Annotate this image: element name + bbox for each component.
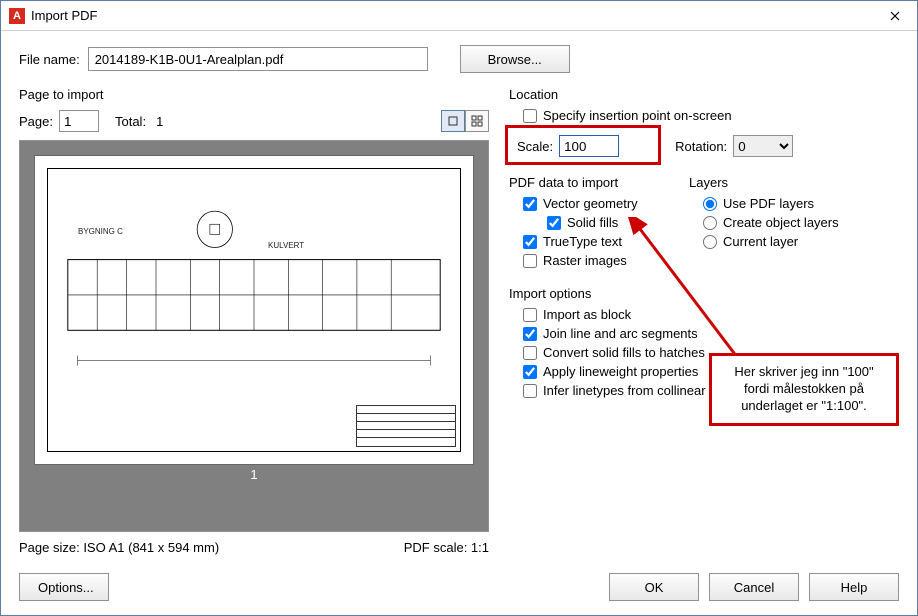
cancel-button[interactable]: Cancel (709, 573, 799, 601)
lineweight-label: Apply lineweight properties (543, 364, 698, 379)
current-layer-label: Current layer (723, 234, 798, 249)
use-pdf-layers-radio[interactable] (703, 197, 717, 211)
raster-checkbox[interactable] (523, 254, 537, 268)
truetype-label: TrueType text (543, 234, 622, 249)
pdf-data-title: PDF data to import (509, 175, 669, 190)
solid-fills-checkbox[interactable] (547, 216, 561, 230)
rotation-label: Rotation: (675, 139, 727, 154)
convert-hatches-label: Convert solid fills to hatches (543, 345, 705, 360)
titlebar: A Import PDF (1, 1, 917, 31)
location-title: Location (509, 87, 899, 102)
help-button[interactable]: Help (809, 573, 899, 601)
close-icon (890, 11, 900, 21)
total-label: Total: (115, 114, 146, 129)
scale-input[interactable] (559, 135, 619, 157)
import-options-title: Import options (509, 286, 899, 301)
join-segments-label: Join line and arc segments (543, 326, 698, 341)
browse-button[interactable]: Browse... (460, 45, 570, 73)
vector-geometry-checkbox[interactable] (523, 197, 537, 211)
scale-label: Scale: (517, 139, 553, 154)
total-value: 1 (156, 114, 163, 129)
solid-fills-label: Solid fills (567, 215, 618, 230)
plan-label-kulvert: KULVERT (268, 241, 304, 250)
raster-label: Raster images (543, 253, 627, 268)
plan-label-bygning: BYGNING C (78, 227, 123, 236)
ok-button[interactable]: OK (609, 573, 699, 601)
preview-page-number: 1 (250, 467, 257, 482)
import-as-block-checkbox[interactable] (523, 308, 537, 322)
join-segments-checkbox[interactable] (523, 327, 537, 341)
single-view-button[interactable] (441, 110, 465, 132)
file-name-input[interactable] (88, 47, 428, 71)
truetype-checkbox[interactable] (523, 235, 537, 249)
rotation-select[interactable]: 0 (733, 135, 793, 157)
file-name-label: File name: (19, 52, 80, 67)
window-title: Import PDF (31, 8, 872, 23)
current-layer-radio[interactable] (703, 235, 717, 249)
specify-insertion-label: Specify insertion point on-screen (543, 108, 732, 123)
pdf-page-thumbnail: BYGNING C KULVERT (34, 155, 474, 465)
convert-hatches-checkbox[interactable] (523, 346, 537, 360)
layers-title: Layers (689, 175, 859, 190)
specify-insertion-checkbox[interactable] (523, 109, 537, 123)
page-to-import-label: Page to import (19, 87, 489, 102)
annotation-callout: Her skriver jeg inn "100" fordi målestok… (709, 353, 899, 426)
grid-view-button[interactable] (465, 110, 489, 132)
page-input[interactable] (59, 110, 99, 132)
page-label: Page: (19, 114, 53, 129)
page-size-label: Page size: ISO A1 (841 x 594 mm) (19, 540, 219, 555)
pdf-preview[interactable]: BYGNING C KULVERT 1 (19, 140, 489, 532)
create-object-layers-label: Create object layers (723, 215, 839, 230)
pdf-scale-label: PDF scale: 1:1 (404, 540, 489, 555)
vector-geometry-label: Vector geometry (543, 196, 638, 211)
lineweight-checkbox[interactable] (523, 365, 537, 379)
titleblock (356, 405, 456, 447)
import-pdf-dialog: A Import PDF File name: Browse... Page t… (0, 0, 918, 616)
import-as-block-label: Import as block (543, 307, 631, 322)
options-button[interactable]: Options... (19, 573, 109, 601)
grid-view-icon (471, 115, 483, 127)
create-object-layers-radio[interactable] (703, 216, 717, 230)
close-button[interactable] (872, 1, 917, 31)
app-icon: A (9, 8, 25, 24)
use-pdf-layers-label: Use PDF layers (723, 196, 814, 211)
single-view-icon (447, 115, 459, 127)
infer-linetypes-checkbox[interactable] (523, 384, 537, 398)
